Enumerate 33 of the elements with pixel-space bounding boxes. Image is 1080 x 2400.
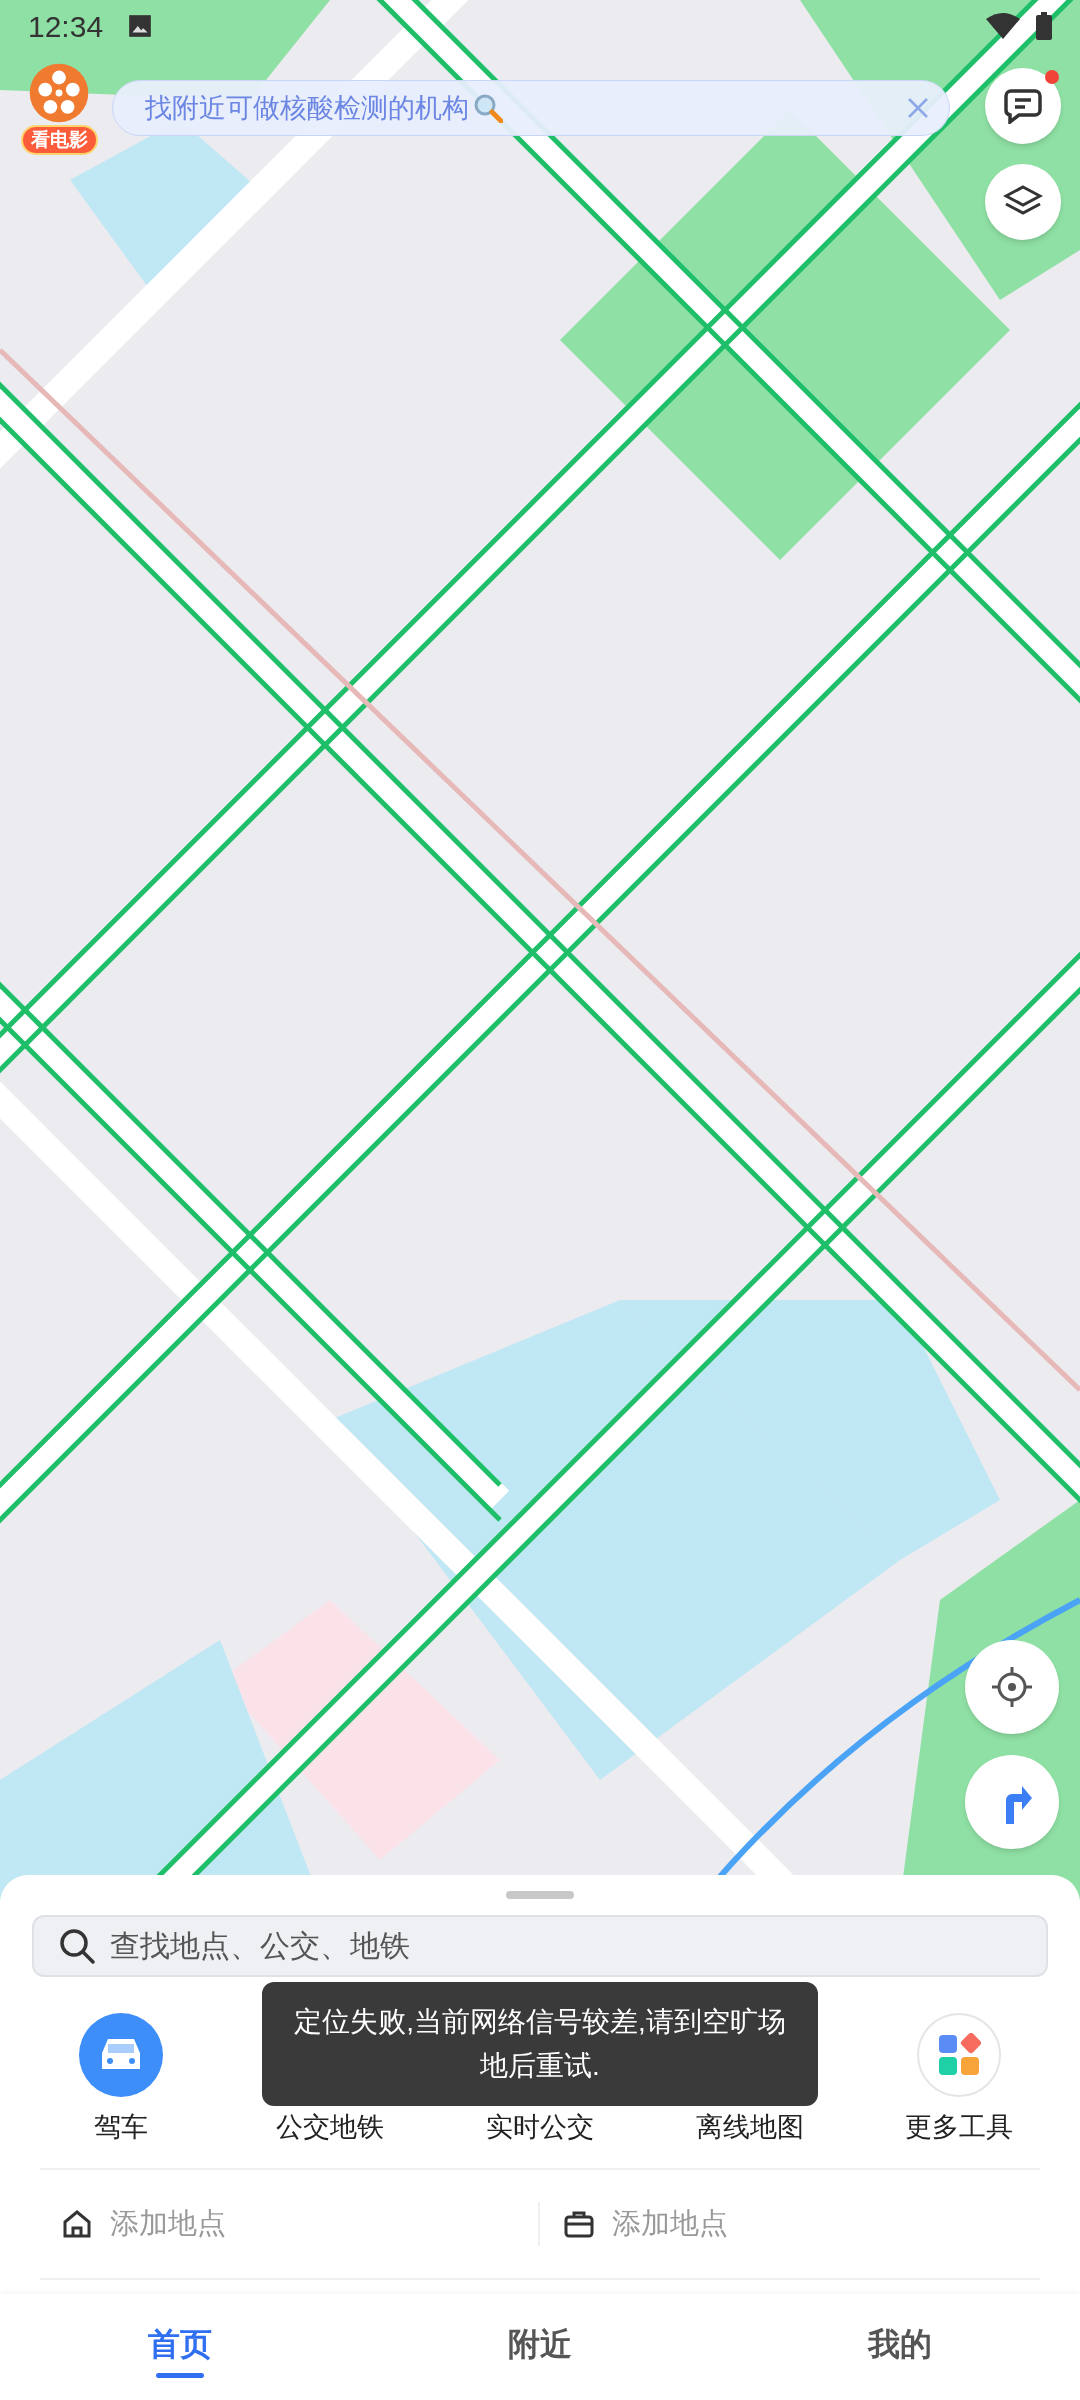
app-grid-icon <box>937 2033 982 2077</box>
crosshair-icon <box>990 1665 1034 1709</box>
tool-button[interactable]: 驾车 <box>16 2013 226 2148</box>
tool-button[interactable]: 更多工具 <box>854 2013 1064 2148</box>
search-field[interactable]: 查找地点、公交、地铁 <box>32 1915 1048 1977</box>
image-icon <box>127 13 154 39</box>
close-icon[interactable] <box>907 97 929 119</box>
tool-label: 公交地铁 <box>276 2111 385 2144</box>
drag-handle[interactable] <box>506 1891 574 1899</box>
promo-label[interactable]: 看电影 <box>20 125 98 155</box>
banner-text: 找附近可做核酸检测的机构 <box>145 91 469 125</box>
chat-bubble-icon <box>1003 88 1043 124</box>
search-icon <box>58 1927 96 1965</box>
wifi-icon <box>986 13 1020 39</box>
nav-tab[interactable]: 我的 <box>720 2293 1080 2394</box>
tool-label: 实时公交 <box>486 2111 594 2144</box>
add-place-button[interactable]: 添加地点 <box>540 2201 1040 2246</box>
place-label: 添加地点 <box>110 2205 226 2241</box>
add-place-button[interactable]: 添加地点 <box>40 2201 538 2246</box>
nav-tab[interactable]: 首页 <box>0 2293 360 2394</box>
tool-label: 离线地图 <box>695 2111 804 2144</box>
film-reel-icon[interactable] <box>28 62 90 124</box>
tool-label: 驾车 <box>93 2111 148 2144</box>
nav-tab[interactable]: 附近 <box>360 2293 720 2394</box>
battery-icon <box>1036 12 1052 40</box>
tab-underline <box>156 2372 204 2378</box>
place-label: 添加地点 <box>612 2205 728 2241</box>
toast-message: 定位失败,当前网络信号较差,请到空旷场地后重试. <box>293 2005 787 2083</box>
magnifier-icon <box>473 93 503 123</box>
promo-banner[interactable]: 找附近可做核酸检测的机构 <box>112 80 950 136</box>
home-icon <box>62 2208 92 2239</box>
tool-label: 更多工具 <box>905 2111 1014 2144</box>
status-time: 12:34 <box>28 8 104 45</box>
